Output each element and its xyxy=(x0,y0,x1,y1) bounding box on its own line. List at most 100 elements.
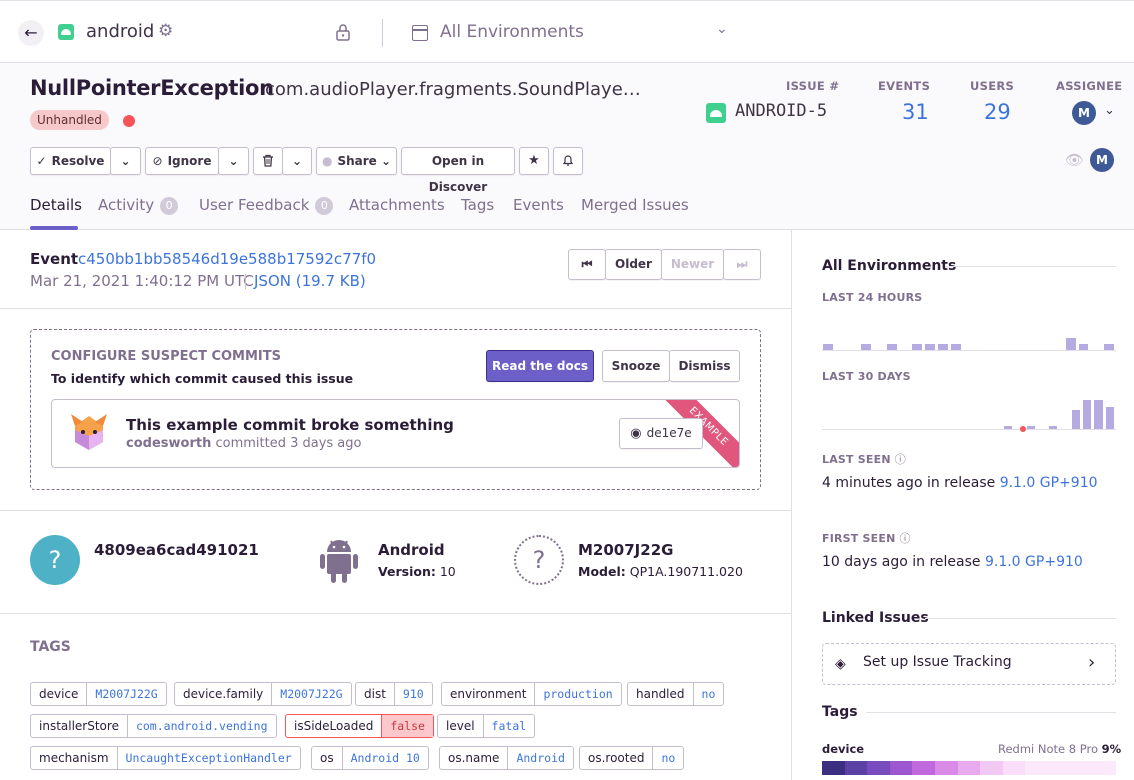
tag-pill[interactable]: level fatal xyxy=(437,714,536,738)
chart-bar[interactable] xyxy=(1105,406,1114,429)
dismiss-button[interactable]: Dismiss xyxy=(669,350,740,382)
tab-attachments[interactable]: Attachments xyxy=(349,196,445,214)
bookmark-star-button[interactable]: ★ xyxy=(519,147,549,175)
open-in-discover-button[interactable]: Open in Discover xyxy=(401,147,515,194)
tag-pill[interactable]: installerStore com.android.vending xyxy=(30,714,277,738)
tag-pill[interactable]: mechanism UncaughtExceptionHandler xyxy=(30,746,301,770)
tag-distribution-segment[interactable] xyxy=(980,761,1003,775)
tag-distribution-segment[interactable] xyxy=(889,761,913,775)
newest-event-button[interactable]: ⏭ xyxy=(723,249,761,280)
first-seen-value: 10 days ago in release 9.1.0 GP+910 xyxy=(822,554,1083,570)
back-button[interactable]: ← xyxy=(18,20,44,46)
tag-pill[interactable]: environment production xyxy=(441,682,622,706)
last-24-hours-chart[interactable] xyxy=(822,330,1116,350)
release-marker[interactable] xyxy=(1020,426,1026,432)
ignore-dropdown-button[interactable]: ⌄ xyxy=(218,147,249,175)
event-json-link[interactable]: JSON (19.7 KB) xyxy=(254,272,366,290)
event-id-link[interactable]: c450bb1bb58546d19e588b17592c77f0 xyxy=(78,250,376,268)
environment-selector[interactable]: All Environments xyxy=(440,22,584,42)
issue-short-id[interactable]: ANDROID-5 xyxy=(735,101,827,121)
tag-distribution-segment[interactable] xyxy=(957,761,981,775)
suspect-commits-subtitle: To identify which commit caused this iss… xyxy=(51,371,354,386)
delete-dropdown-button[interactable]: ⌄ xyxy=(282,147,312,175)
tag-distribution-key: device xyxy=(822,742,865,756)
gear-icon[interactable]: ⚙ xyxy=(158,21,173,41)
tag-distribution-segment[interactable] xyxy=(1002,761,1026,775)
oldest-event-button[interactable]: ⏮ xyxy=(568,249,606,280)
last-seen-release-link[interactable]: 9.1.0 GP+910 xyxy=(1000,475,1098,491)
tag-distribution-segment[interactable] xyxy=(844,761,868,775)
assignee-avatar[interactable]: M xyxy=(1072,101,1096,125)
user-avatar-icon: ? xyxy=(30,535,80,585)
snooze-button[interactable]: Snooze xyxy=(602,350,670,382)
tab-details[interactable]: Details xyxy=(30,196,82,214)
chevron-right-icon: › xyxy=(1088,652,1096,673)
chart-bar[interactable] xyxy=(1065,338,1076,350)
first-seen-release-link[interactable]: 9.1.0 GP+910 xyxy=(985,554,1083,570)
seen-by-avatar[interactable]: M xyxy=(1090,148,1114,172)
older-event-button[interactable]: Older xyxy=(605,249,662,280)
device-model: Model: QP1A.190711.020 xyxy=(578,564,743,579)
commit-hash-button[interactable]: ◉ de1e7e xyxy=(619,418,703,449)
tag-pill[interactable]: device.family M2007J22G xyxy=(174,682,352,706)
tag-pill[interactable]: isSideLoaded false xyxy=(285,714,434,738)
subscribe-bell-button[interactable] xyxy=(553,147,583,175)
lock-icon[interactable] xyxy=(335,23,351,41)
chart-bar[interactable] xyxy=(1071,409,1081,429)
os-name: Android xyxy=(378,541,445,559)
chart-baseline xyxy=(822,350,1116,351)
last-24-hours-label: LAST 24 HOURS xyxy=(822,291,923,304)
delete-button[interactable] xyxy=(253,147,283,175)
android-os-icon xyxy=(320,540,358,583)
sidebar-environments-title: All Environments xyxy=(822,258,957,274)
chart-bar[interactable] xyxy=(1083,400,1092,429)
tag-distribution-segment[interactable] xyxy=(822,761,845,775)
tag-distribution-bar[interactable] xyxy=(822,761,1116,775)
event-label: Event xyxy=(30,250,79,268)
tag-distribution-segment[interactable] xyxy=(912,761,936,775)
share-button[interactable]: ● Share ⌄ xyxy=(316,147,397,175)
tag-pill[interactable]: os.rooted no xyxy=(579,746,685,770)
users-count[interactable]: 29 xyxy=(984,100,1011,124)
last-30-days-chart[interactable] xyxy=(822,397,1116,429)
tag-pill[interactable]: dist 910 xyxy=(355,682,433,706)
ignore-button[interactable]: ⊘ Ignore xyxy=(145,147,219,175)
issue-title: NullPointerException xyxy=(30,76,274,100)
sidebar-divider xyxy=(791,230,792,780)
first-seen-label: FIRST SEEN ⓘ xyxy=(822,532,911,545)
tag-pill[interactable]: os.name Android xyxy=(439,746,574,770)
divider xyxy=(0,308,791,309)
tab-merged-issues[interactable]: Merged Issues xyxy=(581,196,689,214)
tab-activity[interactable]: Activity 0 xyxy=(98,196,179,215)
divider xyxy=(0,613,791,614)
tag-distribution-segment[interactable] xyxy=(867,761,890,775)
events-count[interactable]: 31 xyxy=(902,100,929,124)
project-name[interactable]: android xyxy=(86,21,154,42)
tab-events[interactable]: Events xyxy=(513,196,564,214)
assignee-label: ASSIGNEE xyxy=(1056,79,1123,93)
chevron-down-icon[interactable]: ⌄ xyxy=(716,21,728,37)
tab-user-feedback[interactable]: User Feedback 0 xyxy=(199,196,334,215)
commit-meta: codesworth committed 3 days ago xyxy=(126,436,362,451)
tab-tags[interactable]: Tags xyxy=(461,196,494,214)
tag-distribution-segment[interactable] xyxy=(935,761,958,775)
linked-issues-title: Linked Issues xyxy=(822,610,929,626)
events-label: EVENTS xyxy=(878,79,931,93)
tag-pill[interactable]: device M2007J22G xyxy=(30,682,167,706)
tag-distribution-segment[interactable] xyxy=(1025,761,1116,775)
github-icon: ◉ xyxy=(630,426,642,441)
chart-bar[interactable] xyxy=(1094,400,1103,429)
resolve-button[interactable]: ✓ Resolve xyxy=(30,147,111,175)
divider xyxy=(0,510,791,511)
bell-icon xyxy=(562,155,574,166)
last-seen-label: LAST SEEN ⓘ xyxy=(822,453,906,466)
last-30-days-label: LAST 30 DAYS xyxy=(822,370,911,383)
resolve-dropdown-button[interactable]: ⌄ xyxy=(110,147,141,175)
tag-pill[interactable]: os Android 10 xyxy=(311,746,429,770)
read-the-docs-button[interactable]: Read the docs xyxy=(486,350,594,382)
tag-pill[interactable]: handled no xyxy=(627,682,725,706)
newer-event-button[interactable]: Newer xyxy=(661,249,724,280)
android-platform-icon xyxy=(706,103,726,123)
chevron-down-icon[interactable]: ⌄ xyxy=(1104,103,1115,118)
divider xyxy=(925,618,1116,619)
